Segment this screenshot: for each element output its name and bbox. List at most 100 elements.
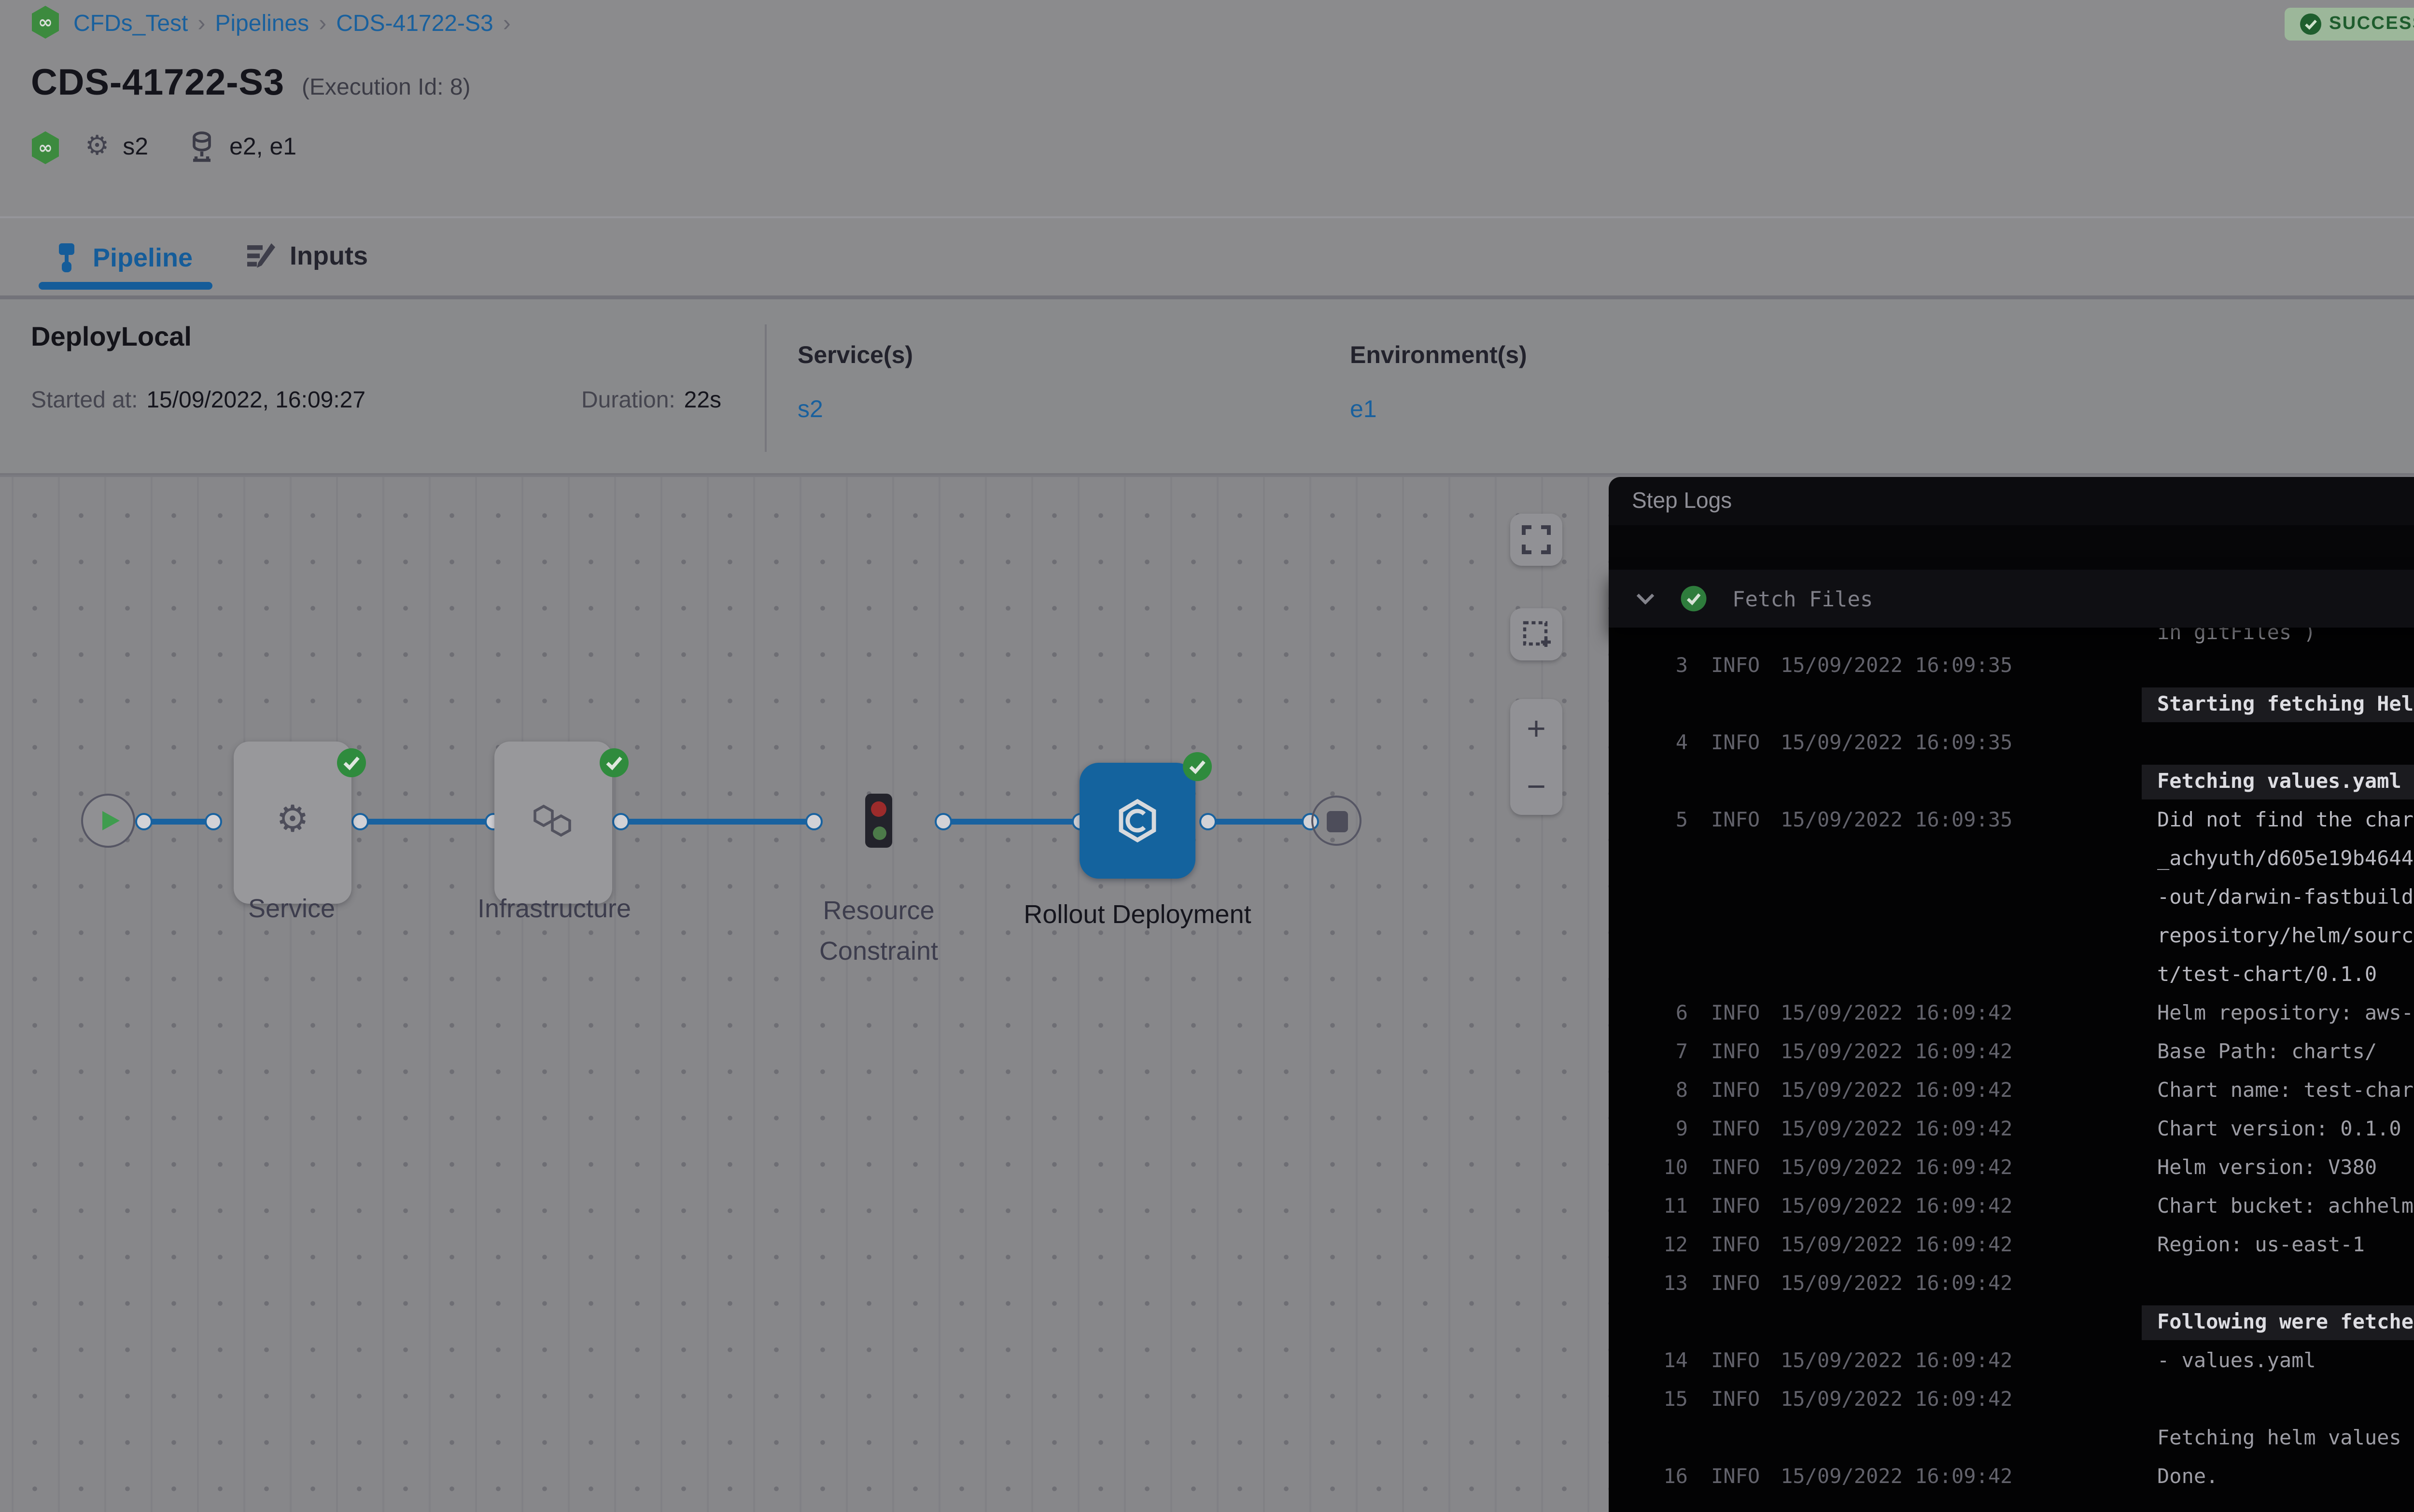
breadcrumb-project[interactable]: CFDs_Test — [73, 9, 188, 36]
node-service[interactable]: ⚙ — [234, 742, 351, 904]
traffic-light-green — [872, 826, 885, 839]
log-panel-header: Step Logs Console View — [1609, 477, 2414, 525]
log-panel-background — [1609, 525, 2414, 570]
edge — [620, 818, 813, 824]
log-line: 3INFO15/09/2022 16:09:35 — [1609, 647, 2414, 686]
execution-id: (Execution Id: 8) — [302, 73, 471, 100]
log-section-header[interactable]: Fetch Files ↑ ↓ 9s — [1609, 570, 2414, 628]
helm-icon — [1114, 798, 1161, 844]
end-node — [1311, 796, 1361, 846]
pipeline-icon — [54, 241, 79, 274]
log-line: Starting fetching Helm values — [1609, 686, 2414, 724]
log-line-fragment: in gitFiles ) — [2157, 628, 2316, 647]
log-line: 16INFO15/09/2022 16:09:42Done. — [1609, 1458, 2414, 1497]
tab-inputs[interactable]: Inputs — [247, 241, 368, 270]
log-line: t/test-chart/0.1.0 — [1609, 956, 2414, 994]
environment-icon — [187, 130, 216, 163]
duration-value: 22s — [684, 386, 721, 413]
chevron-down-icon — [1636, 593, 1655, 604]
inputs-icon — [247, 241, 276, 270]
service-gear-icon: ⚙ — [85, 133, 109, 160]
log-line: 5INFO15/09/2022 16:09:35Did not find the… — [1609, 801, 2414, 840]
log-lines: 3INFO15/09/2022 16:09:35Starting fetchin… — [1609, 647, 2414, 1497]
marquee-select-icon — [1522, 620, 1551, 649]
log-line: Following were fetched successfully : — [1609, 1303, 2414, 1342]
start-node[interactable] — [81, 794, 135, 848]
marquee-select-button[interactable] — [1510, 608, 1562, 660]
zoom-in-button[interactable]: + — [1527, 712, 1546, 744]
breadcrumb-separator: › — [188, 9, 215, 36]
play-icon — [102, 811, 120, 830]
log-panel-title: Step Logs — [1632, 490, 1732, 513]
log-body[interactable]: in gitFiles ) 3INFO15/09/2022 16:09:35St… — [1609, 628, 2414, 1512]
log-line: 6INFO15/09/2022 16:09:42Helm repository:… — [1609, 994, 2414, 1033]
tab-pipeline[interactable]: Pipeline — [54, 241, 193, 274]
infrastructure-icon — [532, 804, 575, 837]
log-section-title: Fetch Files — [1732, 586, 1873, 611]
active-tab-underline — [39, 282, 212, 289]
log-line: 7INFO15/09/2022 16:09:42Base Path: chart… — [1609, 1033, 2414, 1072]
log-line: 9INFO15/09/2022 16:09:42Chart version: 0… — [1609, 1110, 2414, 1149]
node-label-rollout-deployment: Rollout Deployment — [1022, 894, 1253, 935]
success-check-badge — [336, 747, 367, 778]
edge — [143, 818, 212, 824]
log-line: Fetching values.yaml from helm chart rep… — [1609, 763, 2414, 801]
breadcrumb-separator: › — [309, 9, 336, 36]
traffic-light-red — [871, 800, 886, 816]
page-title: CDS-41722-S3 — [31, 64, 284, 106]
breadcrumb-pipelines[interactable]: Pipelines — [215, 9, 309, 36]
node-label-resource-constraint: Resource Constraint — [763, 890, 995, 971]
fit-to-screen-icon — [1522, 525, 1551, 554]
log-line: 14INFO15/09/2022 16:09:42- values.yaml — [1609, 1342, 2414, 1381]
service-tag: s2 — [123, 133, 148, 160]
log-line: 12INFO15/09/2022 16:09:42Region: us-east… — [1609, 1226, 2414, 1265]
breadcrumb-separator: › — [493, 9, 520, 36]
log-line: 13INFO15/09/2022 16:09:42 — [1609, 1265, 2414, 1303]
divider — [765, 324, 767, 452]
environments-label: Environment(s) — [1350, 342, 1527, 369]
fit-to-screen-button[interactable] — [1510, 514, 1562, 566]
zoom-controls: + − — [1510, 699, 1562, 815]
svg-text:∞: ∞ — [38, 13, 53, 32]
node-label-service: Service — [176, 888, 407, 929]
log-line: 10INFO15/09/2022 16:09:42Helm version: V… — [1609, 1149, 2414, 1188]
started-value: 15/09/2022, 16:09:27 — [146, 386, 365, 413]
edge — [359, 818, 492, 824]
log-line: 15INFO15/09/2022 16:09:42 — [1609, 1381, 2414, 1419]
success-check-badge — [1182, 751, 1213, 782]
started-label: Started at: — [31, 386, 138, 413]
check-circle-icon — [2300, 13, 2321, 34]
breadcrumb-pipeline-name[interactable]: CDS-41722-S3 — [336, 9, 493, 36]
node-resource-constraint[interactable] — [865, 794, 892, 848]
node-label-infrastructure: Infrastructure — [438, 888, 670, 929]
page-header: ∞ CFDs_Test › Pipelines › CDS-41722-S3 ›… — [0, 0, 2414, 216]
log-line: 11INFO15/09/2022 16:09:42Chart bucket: a… — [1609, 1188, 2414, 1226]
log-line: repository/helm/source/93602db7-89f2-317… — [1609, 917, 2414, 956]
success-check-badge — [599, 747, 630, 778]
node-infrastructure[interactable] — [494, 742, 612, 904]
zoom-out-button[interactable]: − — [1527, 770, 1546, 802]
cd-module-icon: ∞ — [31, 6, 60, 39]
services-label: Service(s) — [798, 342, 913, 369]
environment-tag: e2, e1 — [229, 133, 296, 160]
log-line: _achyuth/d605e19b46448ceaacb01fb4c19633a… — [1609, 840, 2414, 879]
log-line: -out/darwin-fastbuild/bin/260-delegate/e… — [1609, 879, 2414, 917]
cd-module-icon: ∞ — [31, 130, 60, 163]
gear-icon: ⚙ — [276, 802, 309, 839]
environment-link[interactable]: e1 — [1350, 396, 1377, 423]
log-line: 4INFO15/09/2022 16:09:35 — [1609, 724, 2414, 763]
duration-label: Duration: — [581, 386, 675, 413]
breadcrumb: ∞ CFDs_Test › Pipelines › CDS-41722-S3 › — [31, 6, 520, 39]
stop-icon — [1326, 810, 1347, 831]
execution-status-bar: SUCCESS Start time 15/09/2022 16:09:26 5… — [2285, 2, 2414, 44]
service-link[interactable]: s2 — [798, 396, 823, 423]
tab-bar: Pipeline Inputs Console View — [0, 216, 2414, 299]
node-rollout-deployment[interactable] — [1080, 763, 1195, 879]
status-badge: SUCCESS — [2285, 7, 2414, 40]
stage-name: DeployLocal — [31, 321, 192, 351]
step-success-icon — [1680, 585, 1707, 612]
svg-text:∞: ∞ — [38, 137, 53, 157]
log-line: 8INFO15/09/2022 16:09:42Chart name: test… — [1609, 1072, 2414, 1110]
edge — [1207, 818, 1309, 824]
app-root: ∞ CFDs_Test › Pipelines › CDS-41722-S3 ›… — [0, 0, 2414, 1512]
